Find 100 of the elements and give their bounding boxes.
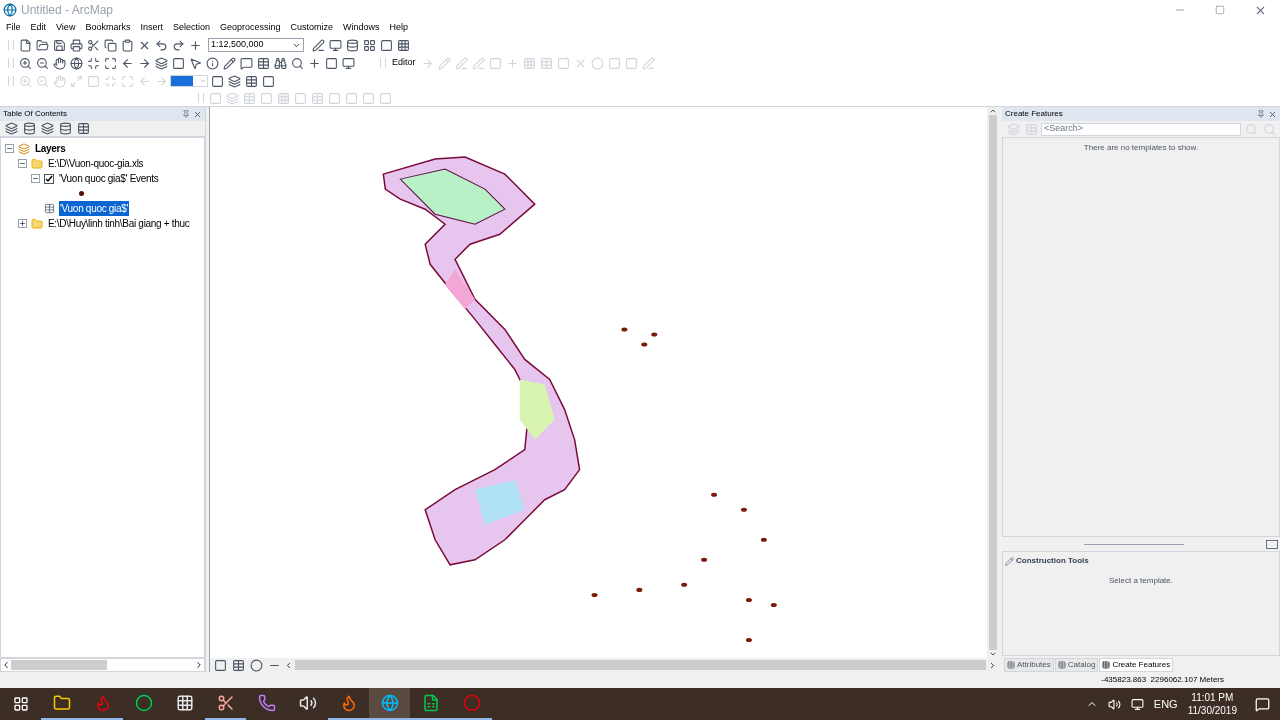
menu-item[interactable]: Edit [26,21,51,35]
layers-icon[interactable] [40,122,54,135]
edit-icon[interactable] [311,38,325,52]
keyboard-icon [175,694,194,712]
close-icon[interactable] [1268,109,1277,119]
clock-time[interactable]: 11:01 PM [1191,691,1234,704]
toc-item[interactable]: E:\D\Vuon-quoc-gia.xls [47,156,145,171]
scissors-icon[interactable] [86,38,100,52]
construction-message: Select a template. [1108,575,1173,587]
menu-item[interactable]: Selection [168,21,214,35]
expander-icon[interactable] [18,159,27,168]
clipboard-icon[interactable] [120,38,134,52]
table-icon [44,203,55,214]
scale-dropdown[interactable]: 1:12,500,000 [208,38,304,52]
layer-checkbox[interactable] [44,173,54,184]
scissors-icon [216,694,235,712]
binoculars-icon[interactable] [273,56,287,70]
folder-icon [31,157,43,170]
panel-title: Create Features [1005,108,1063,120]
back-icon[interactable] [120,56,134,70]
volume-icon[interactable] [1107,697,1121,711]
notification-icon[interactable] [1255,696,1270,712]
toolbar-grip-icon[interactable] [380,58,386,68]
toc-item[interactable]: Layers [34,141,67,156]
panel-tab[interactable]: Catalog [1054,658,1099,672]
new-icon[interactable] [18,38,32,52]
folder-icon[interactable] [35,38,49,52]
expander-icon[interactable] [5,144,14,153]
square-icon[interactable] [210,74,224,88]
menu-item[interactable]: File [2,21,25,35]
scroll-down-icon[interactable] [989,650,997,658]
menu-item[interactable]: Customize [286,21,337,35]
search-field[interactable]: <Search> [1041,122,1241,136]
scroll-right-icon[interactable] [194,660,204,670]
circle-icon [134,694,153,712]
table-icon[interactable] [244,74,258,88]
toc-item[interactable]: 'Vuon quoc gia$' [59,201,130,216]
panel-tab[interactable]: Attributes [1004,658,1054,672]
windows-logo-icon [12,696,29,712]
window-icon[interactable] [341,56,355,70]
callout-icon[interactable] [239,56,253,70]
square-icon[interactable] [324,56,338,70]
scrollbar-thumb[interactable] [11,660,107,670]
pin-icon[interactable] [182,110,190,118]
empty-message: There are no templates to show. [1083,142,1199,154]
printer-icon[interactable] [69,38,83,52]
speaker-icon [298,694,317,712]
menu-item[interactable]: View [52,21,80,35]
layers-icon[interactable] [154,56,168,70]
scroll-left-icon[interactable] [1,660,11,670]
network-icon[interactable] [1130,697,1144,711]
pencil-icon[interactable] [222,56,236,70]
zoom-combo[interactable] [170,75,208,87]
toolbar-grip-icon[interactable] [198,93,204,103]
copy-icon[interactable] [103,38,117,52]
scroll-left-icon[interactable] [284,660,293,670]
pin-icon[interactable] [1257,110,1265,118]
globe-icon [380,694,399,712]
menu-item[interactable]: Windows [339,21,384,35]
pointer-icon[interactable] [188,56,202,70]
view-toggle-icon[interactable] [1266,539,1278,549]
menu-item[interactable]: Insert [136,21,167,35]
expander-icon[interactable] [18,219,27,228]
toc-item[interactable]: E:\D\Huy\linh tinh\Bai giang + thuc [47,216,191,231]
database-icon[interactable] [22,122,36,135]
expander-icon[interactable] [31,174,40,183]
horizontal-scrollbar[interactable] [295,660,986,670]
square-icon[interactable] [171,56,185,70]
pan-icon[interactable] [52,56,66,70]
redo-icon[interactable] [171,38,185,52]
frame-icon[interactable] [379,38,393,52]
scroll-up-icon[interactable] [989,107,997,115]
square-icon[interactable] [261,74,275,88]
menu-item[interactable]: Geoprocessing [215,21,285,35]
vertical-scrollbar[interactable] [987,107,999,658]
toc-item[interactable]: 'Vuon quoc gia$' Events [58,171,160,186]
save-icon[interactable] [52,38,66,52]
app-icon [3,3,17,17]
scroll-right-icon[interactable] [988,660,997,670]
panel-title: Table Of Contents [3,108,68,120]
panel-tab[interactable]: Create Features [1099,658,1174,672]
undo-icon[interactable] [154,38,168,52]
search-icon[interactable] [290,56,304,70]
section-title: Construction Tools [1016,555,1089,567]
spreadsheet-icon [421,694,440,712]
forward-icon[interactable] [137,56,151,70]
layers-icon[interactable] [227,74,241,88]
menu-item[interactable]: Bookmarks [81,21,135,35]
language-indicator[interactable]: ENG [1153,695,1178,713]
globe-icon[interactable] [69,56,83,70]
coordinates: -435823.863 2296062.107 Meters [1101,674,1224,686]
database-icon[interactable] [345,38,359,52]
table-icon[interactable] [256,56,270,70]
info-icon[interactable] [205,56,219,70]
tab-icon [1102,661,1111,669]
close-icon[interactable] [193,109,202,119]
menu-item[interactable]: Help [385,21,413,35]
editor-menu[interactable]: Editor [389,56,419,70]
clock-date[interactable]: 11/30/2019 [1187,704,1237,717]
window-icon[interactable] [328,38,342,52]
